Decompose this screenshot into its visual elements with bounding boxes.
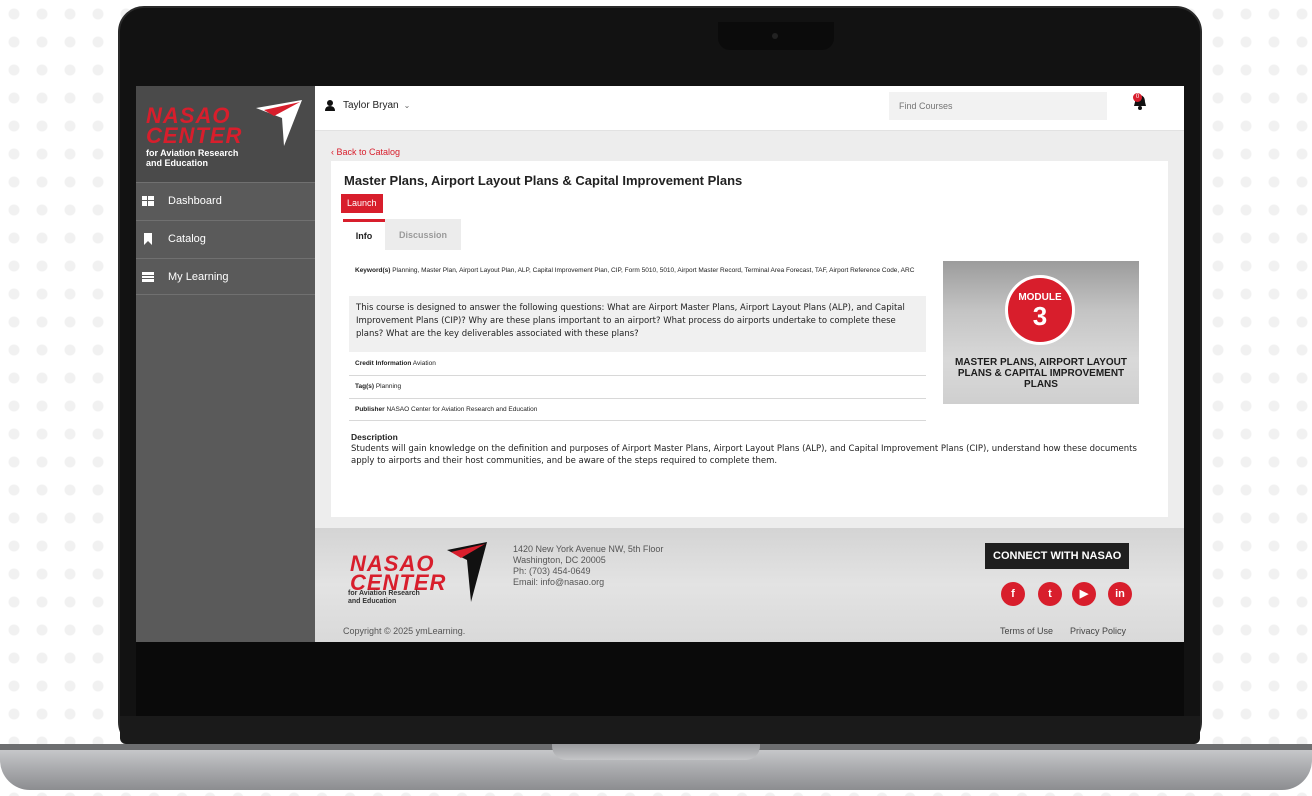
module-number: 3 (1032, 301, 1048, 331)
youtube-icon[interactable]: ▶ (1072, 582, 1096, 606)
sidebar-logo[interactable]: NASAO CENTER for Aviation Research and E… (136, 86, 315, 182)
keywords-row: Keyword(s) Planning, Master Plan, Airpor… (355, 265, 923, 276)
privacy-link[interactable]: Privacy Policy (1070, 626, 1126, 636)
publisher-row: Publisher NASAO Center for Aviation Rese… (355, 404, 537, 415)
user-menu[interactable]: Taylor Bryan ⌄ (325, 100, 410, 111)
footer-logo-wordmark: NASAO CENTER (350, 553, 446, 594)
address-line1: 1420 New York Avenue NW, 5th Floor (513, 544, 664, 554)
credit-row: Credit Information Aviation (355, 358, 436, 369)
notification-badge: 0 (1133, 93, 1142, 102)
description-label: Description (351, 432, 398, 442)
tags-value: Planning (375, 383, 402, 390)
sidebar-item-my-learning[interactable]: My Learning (136, 258, 315, 295)
keywords-value: Planning, Master Plan, Airport Layout Pl… (392, 267, 915, 274)
screen: NASAO CENTER for Aviation Research and E… (136, 86, 1184, 642)
sidebar-item-label: My Learning (168, 270, 229, 283)
twitter-icon[interactable]: t (1038, 582, 1062, 606)
footer-logo-sub2: and Education (348, 598, 397, 605)
logo-swoosh-icon (256, 100, 302, 146)
linkedin-icon[interactable]: in (1108, 582, 1132, 606)
tab-discussion[interactable]: Discussion (385, 219, 461, 250)
description-text: Students will gain knowledge on the defi… (351, 444, 1137, 466)
footer-logo-swoosh-icon (447, 542, 487, 602)
keywords-label: Keyword(s) (355, 267, 391, 274)
find-courses-input[interactable] (889, 92, 1107, 120)
sidebar-item-dashboard[interactable]: Dashboard (136, 182, 315, 219)
credit-label: Credit Information (355, 360, 412, 367)
list-icon (142, 271, 154, 282)
credit-value: Aviation (412, 360, 436, 367)
sidebar: NASAO CENTER for Aviation Research and E… (136, 86, 315, 642)
copyright: Copyright © 2025 ymLearning. (343, 626, 466, 636)
terms-link[interactable]: Terms of Use (1000, 626, 1053, 636)
logo-sub1: for Aviation Research (146, 148, 239, 158)
facebook-icon[interactable]: f (1001, 582, 1025, 606)
top-bar: Taylor Bryan ⌄ 0 (315, 86, 1184, 131)
email[interactable]: Email: info@nasao.org (513, 577, 663, 588)
logo-line2: CENTER (146, 123, 243, 148)
laptop-lid-notch (552, 744, 760, 760)
footer-address: 1420 New York Avenue NW, 5th Floor Washi… (513, 544, 663, 588)
module-badge: MODULE 3 (1005, 275, 1075, 345)
divider (349, 420, 926, 421)
publisher-label: Publisher (355, 406, 385, 413)
logo-sub2: and Education (146, 158, 209, 168)
dashboard-grid-icon (142, 196, 154, 206)
user-icon (325, 100, 335, 111)
back-to-catalog-link[interactable]: ‹ Back to Catalog (331, 147, 400, 157)
address-line2: Washington, DC 20005 (513, 555, 606, 565)
bookmark-icon (144, 233, 152, 245)
footer-logo-sub1: for Aviation Research (348, 590, 420, 597)
sidebar-item-label: Catalog (168, 233, 206, 245)
phone: Ph: (703) 454-0649 (513, 566, 591, 576)
sidebar-item-label: Dashboard (168, 195, 222, 207)
description-section: Description Students will gain knowledge… (351, 431, 1151, 467)
camera-notch (718, 22, 834, 50)
user-name: Taylor Bryan (343, 100, 399, 111)
tab-info[interactable]: Info (343, 219, 385, 250)
logo-subtitle: for Aviation Research and Education (146, 148, 238, 168)
page-title: Master Plans, Airport Layout Plans & Cap… (344, 173, 743, 188)
footer: NASAO CENTER for Aviation Research and E… (315, 528, 1184, 642)
screen-bottom-blank (136, 642, 1184, 716)
sidebar-item-catalog[interactable]: Catalog (136, 220, 315, 257)
launch-button[interactable]: Launch (341, 194, 383, 213)
course-thumbnail: MODULE 3 MASTER PLANS, AIRPORT LAYOUT PL… (943, 261, 1139, 404)
tags-row: Tag(s) Planning (355, 381, 401, 392)
footer-logo-subtitle: for Aviation Research and Education (348, 590, 420, 606)
logo-wordmark: NASAO CENTER (146, 105, 243, 148)
course-summary: This course is designed to answer the fo… (349, 296, 926, 352)
divider (349, 375, 926, 376)
course-card: Master Plans, Airport Layout Plans & Cap… (331, 161, 1168, 517)
laptop-hinge (120, 716, 1200, 744)
divider (349, 398, 926, 399)
connect-heading: CONNECT WITH NASAO (985, 543, 1130, 569)
publisher-value: NASAO Center for Aviation Research and E… (386, 406, 538, 413)
module-caption: MASTER PLANS, AIRPORT LAYOUT PLANS & CAP… (954, 357, 1128, 390)
tags-label: Tag(s) (355, 383, 375, 390)
chevron-down-icon: ⌄ (403, 101, 411, 110)
